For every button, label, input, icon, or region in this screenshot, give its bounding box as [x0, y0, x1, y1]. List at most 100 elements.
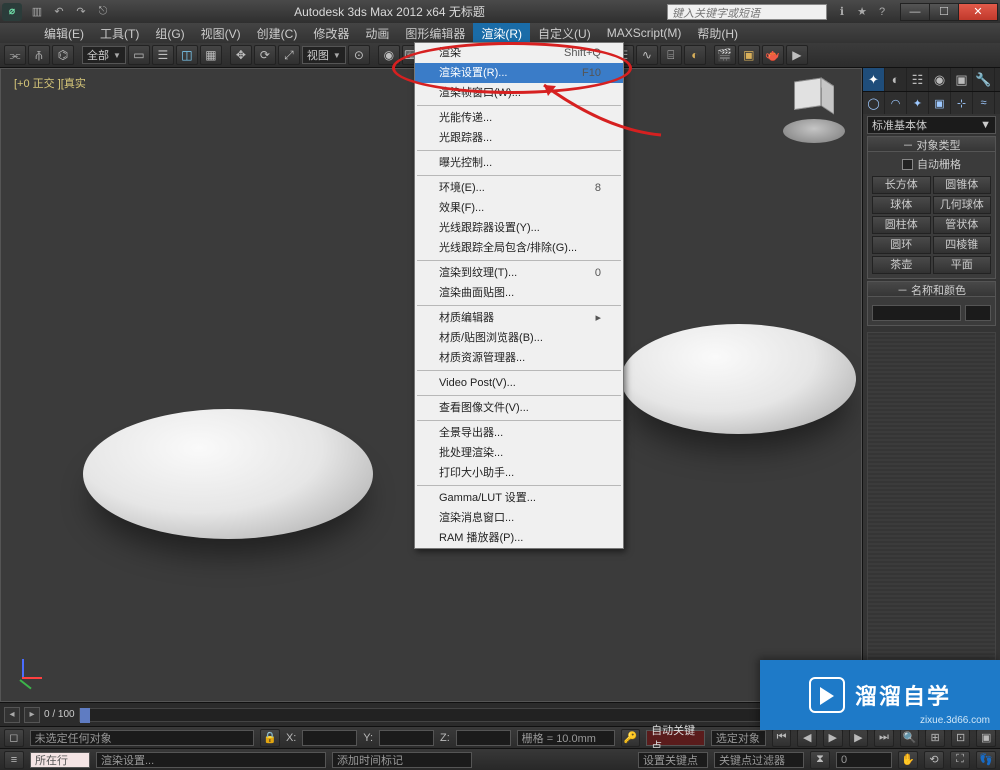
primitive-button[interactable]: 圆柱体: [872, 216, 931, 234]
menu-help[interactable]: 帮助(H): [689, 23, 746, 43]
cmdtab-motion-icon[interactable]: ◉: [929, 68, 951, 91]
undo-icon[interactable]: ↶: [50, 4, 68, 20]
menu-item[interactable]: 效果(F)...: [415, 198, 623, 218]
viewport-label[interactable]: [+0 正交 ][真实: [14, 75, 86, 91]
scene-object-ellipsoid-2[interactable]: [621, 324, 856, 434]
scale-icon[interactable]: ⤢: [278, 45, 300, 65]
menu-item[interactable]: 渲染到纹理(T)...0: [415, 263, 623, 283]
link-tool-icon[interactable]: ⫘: [4, 45, 26, 65]
menu-animation[interactable]: 动画: [357, 23, 397, 43]
menu-item[interactable]: 渲染消息窗口...: [415, 508, 623, 528]
cmdtab-create-icon[interactable]: ✦: [863, 68, 885, 91]
coord-x-input[interactable]: [302, 730, 357, 746]
bind-tool-icon[interactable]: ⌬: [52, 45, 74, 65]
time-config-icon[interactable]: ⧗: [810, 751, 830, 769]
current-frame-input[interactable]: 0: [836, 752, 892, 768]
minimize-button[interactable]: —: [900, 3, 930, 21]
keyfilter-button[interactable]: 关键点过滤器: [714, 752, 804, 768]
play-prev-icon[interactable]: ◀: [797, 729, 817, 747]
rollout-object-type-header[interactable]: － 对象类型: [867, 136, 996, 152]
key-mode-icon[interactable]: 🔑: [621, 729, 641, 747]
menu-item[interactable]: 材质/贴图浏览器(B)...: [415, 328, 623, 348]
menu-item[interactable]: RAM 播放器(P)...: [415, 528, 623, 548]
move-icon[interactable]: ✥: [230, 45, 252, 65]
geometry-category-dropdown[interactable]: 标准基本体▼: [867, 116, 996, 134]
star-icon[interactable]: ★: [853, 4, 871, 20]
nav-zoomall-icon[interactable]: ⊞: [925, 729, 945, 747]
nav-region-icon[interactable]: ▣: [976, 729, 996, 747]
menu-item[interactable]: 渲染Shift+Q: [415, 43, 623, 63]
menu-tools[interactable]: 工具(T): [92, 23, 147, 43]
redo-icon[interactable]: ↷: [72, 4, 90, 20]
link-icon[interactable]: ⎋: [94, 4, 112, 20]
primitive-button[interactable]: 几何球体: [933, 196, 992, 214]
scene-object-ellipsoid-1[interactable]: [83, 409, 373, 539]
menu-item[interactable]: 打印大小助手...: [415, 463, 623, 483]
nav-pan-icon[interactable]: ✋: [898, 751, 918, 769]
select-icon[interactable]: ▭: [128, 45, 150, 65]
cmdtab-utilities-icon[interactable]: 🔧: [973, 68, 995, 91]
autogrid-checkbox[interactable]: 自动栅格: [872, 156, 991, 172]
pivot-icon[interactable]: ⊙: [348, 45, 370, 65]
setkey-button[interactable]: 设置关键点: [638, 752, 708, 768]
nav-walk-icon[interactable]: 👣: [976, 751, 996, 769]
cmdtab-display-icon[interactable]: ▣: [951, 68, 973, 91]
nav-orbit-icon[interactable]: ⟲: [924, 751, 944, 769]
menu-item[interactable]: 材质资源管理器...: [415, 348, 623, 368]
cmdtab-hierarchy-icon[interactable]: ☷: [907, 68, 929, 91]
render-icon[interactable]: 🫖: [762, 45, 784, 65]
menu-item[interactable]: 材质编辑器▸: [415, 308, 623, 328]
menu-item[interactable]: 渲染帧窗口(W)...: [415, 83, 623, 103]
timeline-next-icon[interactable]: ▸: [24, 707, 40, 723]
select-name-icon[interactable]: ☰: [152, 45, 174, 65]
play-end-icon[interactable]: ⏭: [874, 729, 894, 747]
schematic-icon[interactable]: ⌸: [660, 45, 682, 65]
help-search-input[interactable]: 键入关键字或短语: [667, 4, 827, 20]
nav-maxview-icon[interactable]: ⛶: [950, 751, 970, 769]
maximize-button[interactable]: ☐: [929, 3, 959, 21]
unlink-tool-icon[interactable]: ⫚: [28, 45, 50, 65]
subtab-lights-icon[interactable]: ✦: [907, 92, 929, 114]
menu-modifiers[interactable]: 修改器: [305, 23, 357, 43]
close-button[interactable]: ✕: [958, 3, 998, 21]
coord-z-input[interactable]: [456, 730, 511, 746]
menu-group[interactable]: 组(G): [147, 23, 192, 43]
play-next-icon[interactable]: ▶: [849, 729, 869, 747]
timeline-prev-icon[interactable]: ◂: [4, 707, 20, 723]
menu-item[interactable]: 渲染设置(R)...F10: [415, 63, 623, 83]
render-frame-icon[interactable]: ▣: [738, 45, 760, 65]
coord-lock-icon[interactable]: 🔒: [260, 729, 280, 747]
menu-views[interactable]: 视图(V): [193, 23, 249, 43]
primitive-button[interactable]: 圆锥体: [933, 176, 992, 194]
subtab-cameras-icon[interactable]: ▣: [929, 92, 951, 114]
menu-item[interactable]: 光线跟踪全局包含/排除(G)...: [415, 238, 623, 258]
primitive-button[interactable]: 四棱锥: [933, 236, 992, 254]
menu-item[interactable]: 批处理渲染...: [415, 443, 623, 463]
timeline-scrubber[interactable]: [80, 708, 90, 723]
menu-maxscript[interactable]: MAXScript(M): [599, 23, 690, 43]
menu-rendering[interactable]: 渲染(R): [473, 23, 530, 43]
material-editor-icon[interactable]: ◐: [684, 45, 706, 65]
row2-pink-input[interactable]: 所在行: [30, 752, 90, 768]
coord-y-input[interactable]: [379, 730, 434, 746]
primitive-button[interactable]: 管状体: [933, 216, 992, 234]
menu-grapheditors[interactable]: 图形编辑器: [397, 23, 473, 43]
autokey-button[interactable]: 自动关键点: [646, 730, 705, 746]
primitive-button[interactable]: 长方体: [872, 176, 931, 194]
menu-customize[interactable]: 自定义(U): [530, 23, 599, 43]
time-tag-button[interactable]: 添加时间标记: [332, 752, 472, 768]
primitive-button[interactable]: 平面: [933, 256, 992, 274]
subtab-space-icon[interactable]: ≈: [973, 92, 995, 114]
menu-item[interactable]: 光能传递...: [415, 108, 623, 128]
nav-zoom-icon[interactable]: 🔍: [900, 729, 920, 747]
play-start-icon[interactable]: ⏮: [772, 729, 792, 747]
subtab-helpers-icon[interactable]: ⊹: [951, 92, 973, 114]
nav-fov-icon[interactable]: ⊡: [951, 729, 971, 747]
rotate-icon[interactable]: ⟳: [254, 45, 276, 65]
new-icon[interactable]: ▥: [28, 4, 46, 20]
refcoord-dropdown[interactable]: 视图▼: [302, 46, 346, 64]
menu-item[interactable]: 查看图像文件(V)...: [415, 398, 623, 418]
menu-item[interactable]: 全景导出器...: [415, 423, 623, 443]
cmdtab-modify-icon[interactable]: ◐: [885, 68, 907, 91]
help-icon[interactable]: ?: [873, 4, 891, 20]
